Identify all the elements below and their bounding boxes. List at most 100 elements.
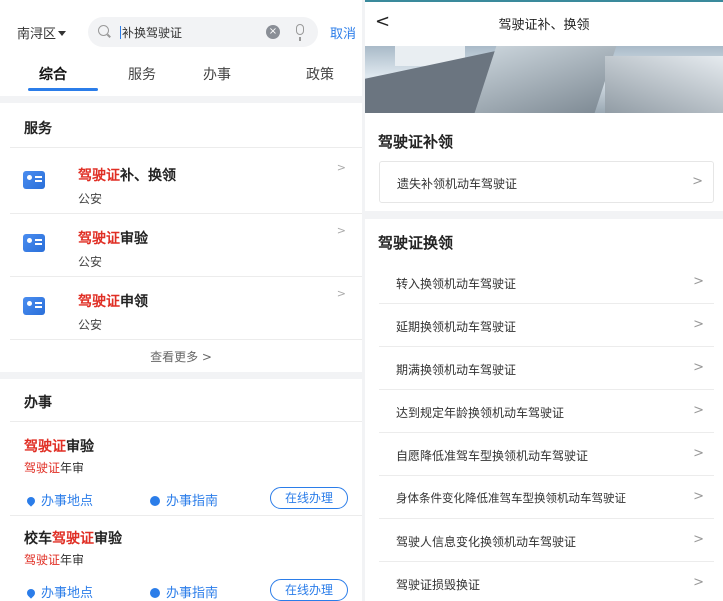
location-pin-icon [25,495,37,507]
affair-subtitle-rest: 年审 [60,553,85,567]
location-link[interactable]: 办事地点 [25,582,93,601]
divider [10,147,362,148]
affair-subtitle-highlight: 驾驶证 [24,553,61,567]
detail-header: < 驾驶证补、换领 [365,0,723,44]
id-card-icon [23,297,45,315]
online-apply-button[interactable]: 在线办理 [270,579,348,601]
list-item[interactable]: 自愿降低准驾车型换领机动车驾驶证 > [379,434,714,476]
region-label: 南浔区 [17,27,57,42]
chevron-right-icon: > [693,575,704,590]
list-item[interactable]: 驾驶证损毁换证 > [379,563,714,601]
service-title-highlight: 驾驶证 [78,294,120,310]
service-title: 驾驶证补、换领 [78,165,176,185]
affair-title[interactable]: 驾驶证审验 [24,436,94,456]
list-item-label: 遗失补领机动车驾驶证 [397,177,518,191]
guide-link[interactable]: 办事指南 [150,582,218,601]
caret-down-icon [58,31,67,36]
chevron-right-icon: > [336,224,346,237]
banner-image [365,46,723,113]
list-item-label: 延期换领机动车驾驶证 [396,320,517,334]
chevron-right-icon: > [336,287,346,300]
id-card-icon [23,234,45,252]
region-selector[interactable]: 南浔区 [17,23,67,42]
list-item-label: 驾驶人信息变化换领机动车驾驶证 [396,535,577,549]
compass-icon [150,496,160,506]
affair-subtitle: 驾驶证年审 [24,551,84,568]
tab-services[interactable]: 服务 [128,64,156,84]
affair-title-highlight: 驾驶证 [24,439,66,455]
clear-icon[interactable]: × [266,25,280,39]
section-gap [0,372,362,379]
guide-link[interactable]: 办事指南 [150,490,218,509]
chevron-right-icon: > [693,532,704,547]
list-item[interactable]: 转入换领机动车驾驶证 > [379,262,714,304]
affair-subtitle-rest: 年审 [60,461,85,475]
location-link[interactable]: 办事地点 [25,490,94,509]
list-item[interactable]: 达到规定年龄换领机动车驾驶证 > [379,391,714,433]
search-input[interactable]: 补换驾驶证 × [88,17,318,47]
list-item-label: 身体条件变化降低准驾车型换领机动车驾驶证 [396,491,626,505]
affair-title-highlight: 驾驶证 [52,531,94,547]
location-link-label: 办事地点 [41,494,94,509]
list-item-label: 期满换领机动车驾驶证 [396,363,517,377]
list-item[interactable]: 驾驶人信息变化换领机动车驾驶证 > [379,520,714,562]
list-item-label: 自愿降低准驾车型换领机动车驾驶证 [396,449,589,463]
service-department: 公安 [78,255,103,269]
tab-comprehensive[interactable]: 综合 [39,64,67,84]
list-item[interactable]: 期满换领机动车驾驶证 > [379,348,714,390]
cancel-button[interactable]: 取消 [330,23,356,42]
service-title-highlight: 驾驶证 [78,231,120,247]
search-icon [98,25,109,36]
list-item[interactable]: 身体条件变化降低准驾车型换领机动车驾驶证 > [379,477,714,519]
affair-subtitle: 驾驶证年审 [24,459,84,476]
section-gap [365,211,723,219]
list-item-label: 驾驶证损毁换证 [396,578,481,592]
list-item-label: 达到规定年龄换领机动车驾驶证 [396,406,565,420]
chevron-right-icon: > [693,446,704,461]
affair-title[interactable]: 校车驾驶证审验 [24,528,122,548]
tab-policy[interactable]: 政策 [306,64,334,84]
id-card-icon [23,171,45,189]
chevron-right-icon: > [693,403,704,418]
list-item[interactable]: 延期换领机动车驾驶证 > [379,305,714,347]
service-title-rest: 申领 [120,294,148,310]
affair-title-rest: 审验 [94,531,122,547]
search-query: 补换驾驶证 [120,24,182,41]
online-apply-button[interactable]: 在线办理 [270,487,348,509]
text-cursor [120,26,121,39]
divider [10,421,362,422]
search-results-panel: 南浔区 补换驾驶证 × 取消 综合 服务 办事 政策 服务 驾驶证补、换领 公安… [0,0,362,601]
guide-link-label: 办事指南 [166,494,219,509]
affair-subtitle-highlight: 驾驶证 [24,461,61,475]
microphone-icon[interactable] [296,24,304,41]
service-title-rest: 审验 [120,231,148,247]
search-query-text: 补换驾驶证 [122,26,183,40]
search-bar-row: 南浔区 补换驾驶证 × 取消 [0,13,362,49]
service-item[interactable]: 驾驶证审验 公安 > [0,213,362,276]
service-department: 公安 [78,192,103,206]
service-item[interactable]: 驾驶证补、换领 公安 > [0,150,362,213]
chevron-right-icon: > [693,317,704,332]
tab-affairs[interactable]: 办事 [203,64,231,84]
affairs-section-title: 办事 [24,395,52,411]
see-more-link[interactable]: 查看更多 > [0,348,362,365]
guide-link-label: 办事指南 [166,586,219,601]
list-item[interactable]: 遗失补领机动车驾驶证 > [379,161,714,203]
service-item[interactable]: 驾驶证申领 公安 > [0,276,362,339]
divider [10,515,362,516]
reissue-section-title: 驾驶证补领 [378,133,454,151]
active-tab-indicator [28,88,98,91]
chevron-right-icon: > [693,489,704,504]
result-tabs: 综合 服务 办事 政策 [0,58,362,92]
chevron-right-icon: > [692,174,703,189]
chevron-right-icon: > [336,161,346,174]
service-title: 驾驶证申领 [78,291,148,311]
divider [10,339,362,340]
affair-title-prefix: 校车 [24,531,52,547]
renewal-section-title: 驾驶证换领 [378,234,454,252]
list-item-label: 转入换领机动车驾驶证 [396,277,517,291]
chevron-right-icon: > [693,274,704,289]
service-department: 公安 [78,318,103,332]
service-title-rest: 补、换领 [120,168,176,184]
page-title: 驾驶证补、换领 [498,18,590,33]
